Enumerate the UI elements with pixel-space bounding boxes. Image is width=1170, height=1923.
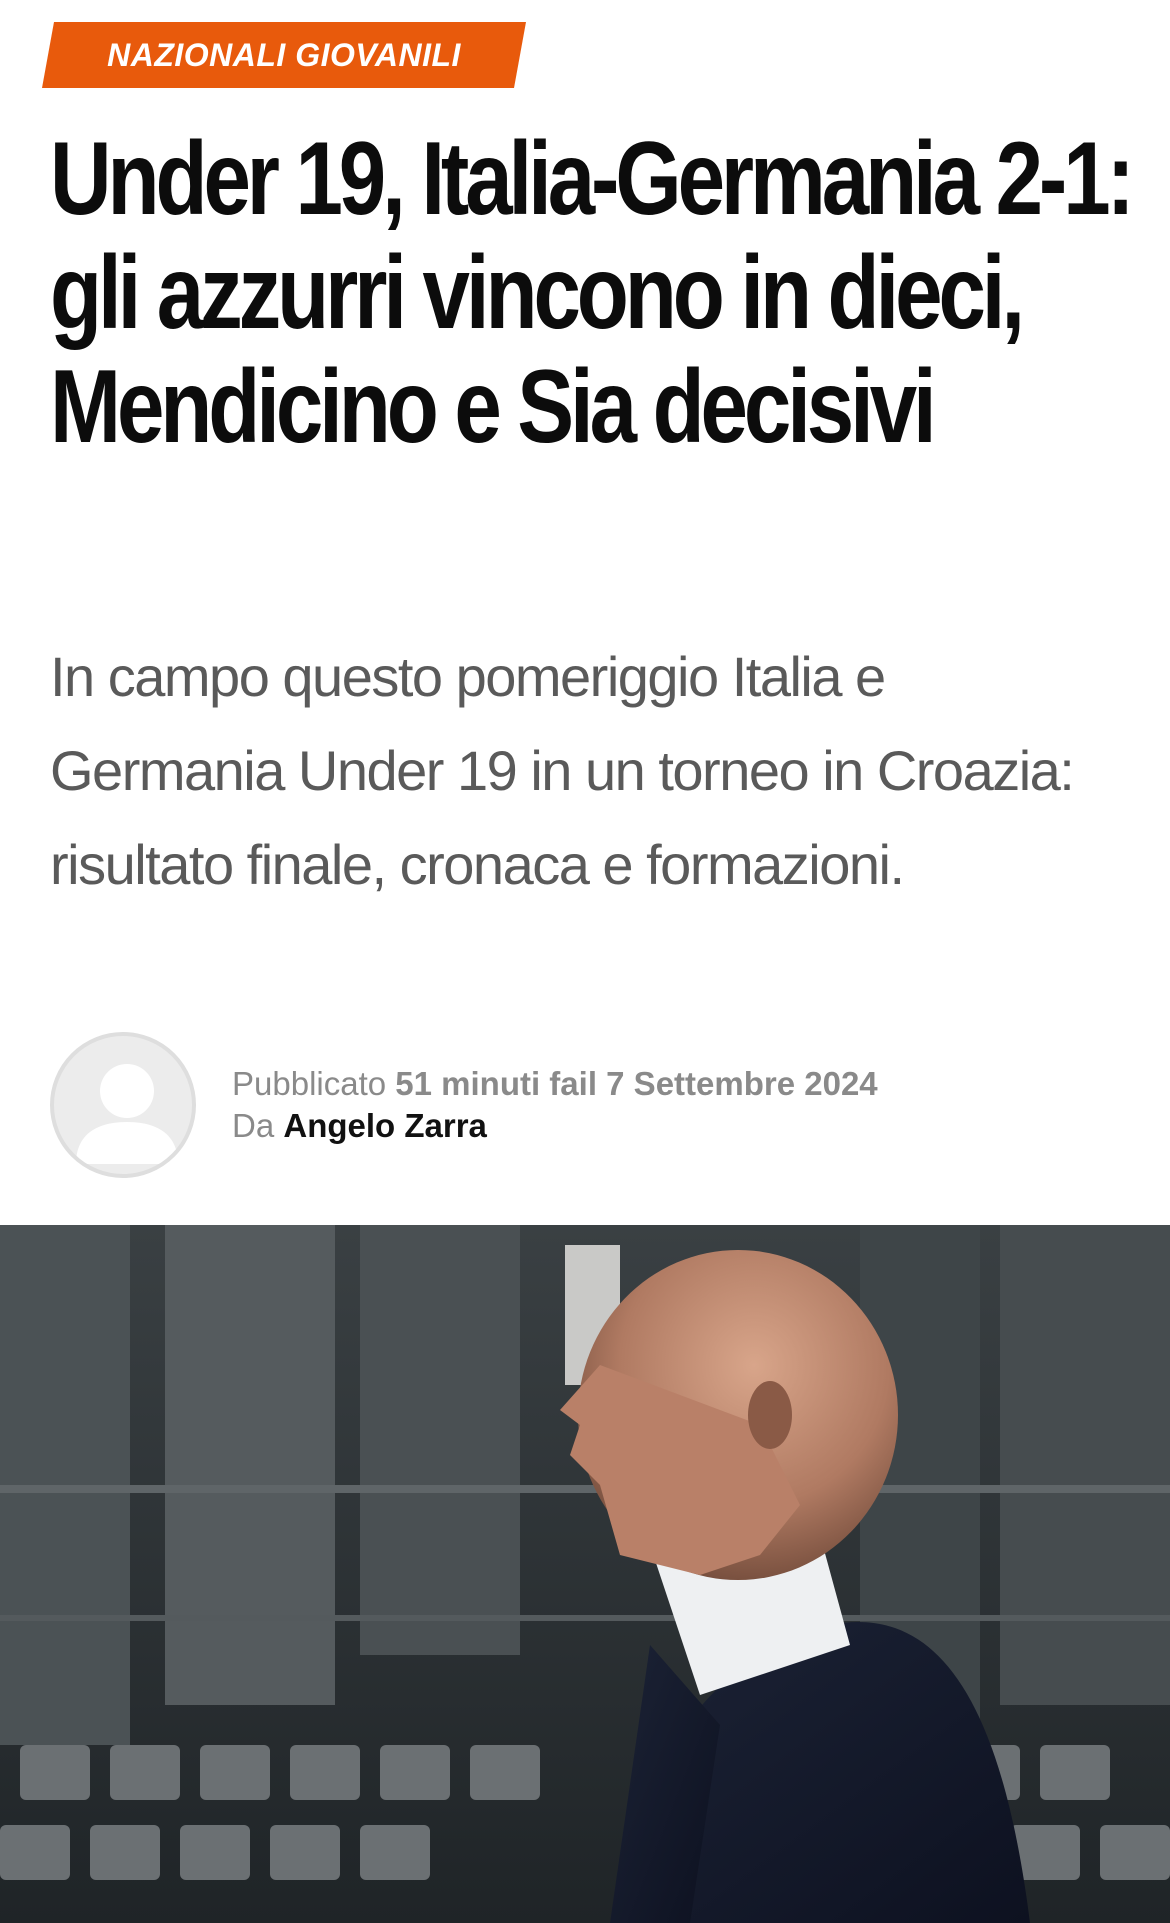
user-placeholder-icon[interactable] xyxy=(50,1032,196,1178)
category-tag[interactable]: NAZIONALI GIOVANILI xyxy=(42,22,526,88)
category-label: NAZIONALI GIOVANILI xyxy=(107,36,461,73)
article-meta: Pubblicato 51 minuti fail 7 Settembre 20… xyxy=(232,1063,878,1147)
by-label: Da xyxy=(232,1107,275,1144)
article-subtitle: In campo questo pomeriggio Italia e Germ… xyxy=(50,645,1075,896)
published-label: Pubblicato xyxy=(232,1065,387,1102)
published-date: il 7 Settembre 2024 xyxy=(578,1065,878,1102)
article-headline: Under 19, Italia-Germania 2-1: gli azzur… xyxy=(50,121,1135,465)
author-byline: Pubblicato 51 minuti fail 7 Settembre 20… xyxy=(50,1030,878,1180)
hero-image xyxy=(0,1225,1170,1923)
publish-info: Pubblicato 51 minuti fail 7 Settembre 20… xyxy=(232,1063,878,1105)
author-name[interactable]: Angelo Zarra xyxy=(283,1107,487,1144)
author-info: Da Angelo Zarra xyxy=(232,1105,878,1147)
published-relative: 51 minuti fa xyxy=(395,1065,579,1102)
hero-photo xyxy=(0,1225,1170,1923)
